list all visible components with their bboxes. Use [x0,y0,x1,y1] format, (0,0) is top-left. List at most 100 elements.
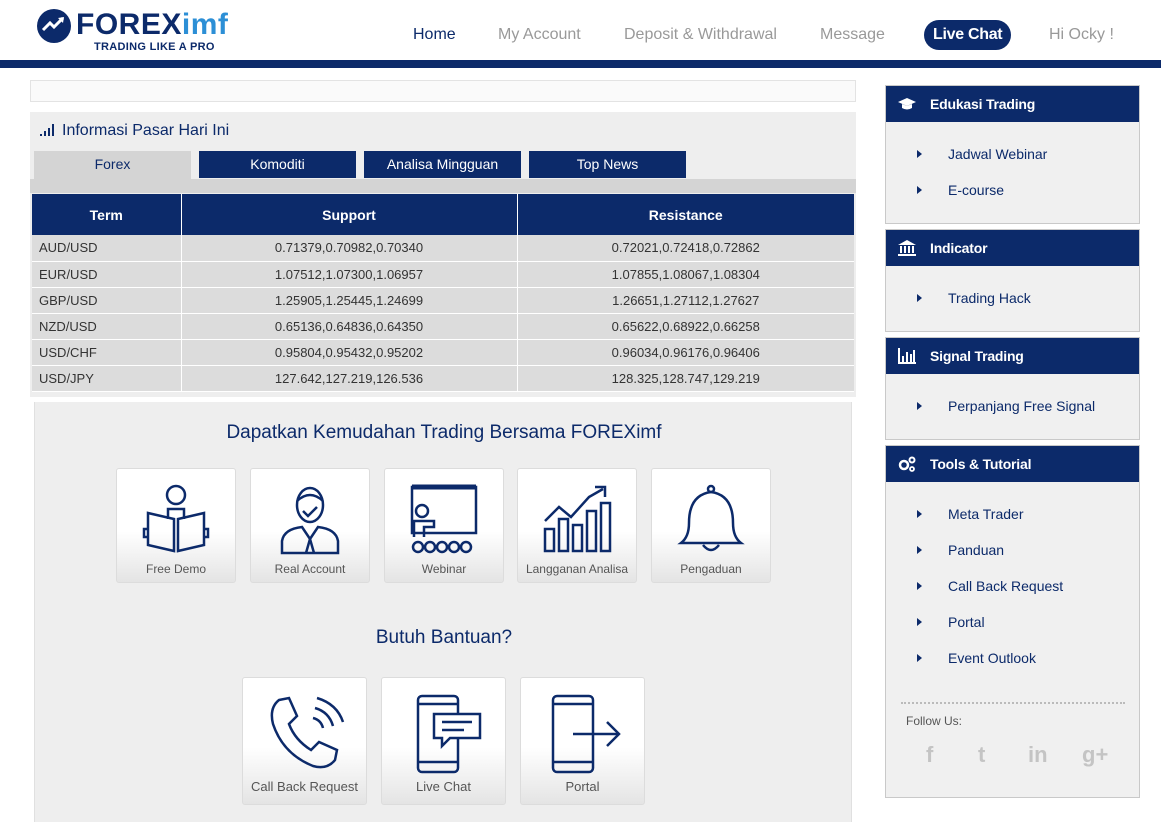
caret-right-icon [917,294,922,302]
table-header-row: Term Support Resistance [32,194,854,235]
sidebar-divider [901,702,1125,704]
cell-resistance: 0.65622,0.68922,0.66258 [517,313,854,340]
facebook-icon[interactable]: f [926,742,933,768]
caret-right-icon [917,402,922,410]
caret-right-icon [917,150,922,158]
sidebar-item-e-course[interactable]: E-course [886,172,1139,208]
brand-logo[interactable]: FOREXimf TRADING LIKE A PRO [36,8,236,56]
caret-right-icon [917,582,922,590]
cell-support: 1.25905,1.25445,1.24699 [181,287,518,314]
col-term: Term [32,194,182,235]
caret-right-icon [917,546,922,554]
google-plus-icon[interactable]: g+ [1082,742,1108,768]
card-label: Call Back Request [251,779,358,794]
cell-term: NZD/USD [32,313,182,340]
card-label: Webinar [421,562,467,576]
market-info-panel: Informasi Pasar Hari Ini Forex Komoditi … [30,112,856,397]
card-label: Langganan Analisa [525,562,629,576]
cell-term: USD/JPY [32,365,182,392]
nav-user-greeting[interactable]: Hi Ocky ! [1049,20,1114,50]
real-account-button[interactable]: Real Account [250,468,370,583]
live-chat-button[interactable]: Live Chat [381,677,506,805]
nav-home[interactable]: Home [413,20,456,50]
cell-support: 1.07512,1.07300,1.06957 [181,261,518,288]
sidebar-edukasi-box: Edukasi Trading Jadwal Webinar E-course [885,85,1140,224]
tab-forex[interactable]: Forex [34,151,191,179]
caret-right-icon [917,654,922,662]
sidebar-tools-header: Tools & Tutorial [886,446,1139,482]
sidebar-item-jadwal-webinar[interactable]: Jadwal Webinar [886,136,1139,172]
tab-underline-bar [30,179,856,193]
table-row: EUR/USD 1.07512,1.07300,1.06957 1.07855,… [32,261,854,288]
cell-term: USD/CHF [32,339,182,366]
gears-icon [898,456,916,472]
sidebar-item-trading-hack[interactable]: Trading Hack [886,280,1139,316]
logo-mark-icon [37,9,71,43]
features-panel: Dapatkan Kemudahan Trading Bersama FOREX… [34,402,852,822]
cell-term: AUD/USD [32,235,182,262]
webinar-button[interactable]: Webinar [384,468,504,583]
tab-analisa-mingguan[interactable]: Analisa Mingguan [364,151,521,178]
nav-message[interactable]: Message [820,20,885,50]
brand-name: FOREXimf [76,8,229,41]
table-row: AUD/USD 0.71379,0.70982,0.70340 0.72021,… [32,235,854,262]
cell-support: 0.95804,0.95432,0.95202 [181,339,518,366]
market-title: Informasi Pasar Hari Ini [40,122,229,140]
pengaduan-button[interactable]: Pengaduan [651,468,771,583]
table-row: USD/CHF 0.95804,0.95432,0.95202 0.96034,… [32,339,854,366]
card-label: Free Demo [145,562,207,576]
nav-deposit-withdrawal[interactable]: Deposit & Withdrawal [624,20,777,50]
sidebar-item-portal[interactable]: Portal [886,604,1139,640]
col-resistance: Resistance [517,194,854,235]
sidebar-item-event-outlook[interactable]: Event Outlook [886,640,1139,676]
help-title: Butuh Bantuan? [375,627,513,648]
col-support: Support [181,194,518,235]
sidebar-tools-box: Tools & Tutorial Meta Trader Panduan Cal… [885,445,1140,798]
bell-icon [677,484,745,552]
table-row: USD/JPY 127.642,127.219,126.536 128.325,… [32,365,854,392]
sidebar-item-meta-trader[interactable]: Meta Trader [886,496,1139,532]
caret-right-icon [917,186,922,194]
caret-right-icon [917,510,922,518]
businessman-icon [280,486,340,555]
twitter-icon[interactable]: t [978,742,985,768]
card-label: Portal [565,779,600,794]
tab-komoditi[interactable]: Komoditi [199,151,356,178]
cell-term: EUR/USD [32,261,182,288]
cell-support: 0.71379,0.70982,0.70340 [181,235,518,262]
sidebar-item-panduan[interactable]: Panduan [886,532,1139,568]
sidebar-signal-box: Signal Trading Perpanjang Free Signal [885,337,1140,440]
portal-button[interactable]: Portal [520,677,645,805]
sidebar-indicator-header: Indicator [886,230,1139,266]
phone-call-icon [270,696,344,769]
cell-resistance: 1.26651,1.27112,1.27627 [517,287,854,314]
sidebar-item-call-back-request[interactable]: Call Back Request [886,568,1139,604]
cell-resistance: 128.325,128.747,129.219 [517,365,854,392]
features-title: Dapatkan Kemudahan Trading Bersama FOREX… [226,422,662,443]
nav-live-chat-button[interactable]: Live Chat [924,20,1012,50]
cell-resistance: 0.72021,0.72418,0.72862 [517,235,854,262]
growth-chart-icon [543,485,612,553]
sidebar-item-perpanjang-free-signal[interactable]: Perpanjang Free Signal [886,388,1139,424]
table-row: GBP/USD 1.25905,1.25445,1.24699 1.26651,… [32,287,854,314]
card-label: Real Account [274,562,346,576]
card-label: Live Chat [416,779,471,794]
reader-book-icon [142,484,210,553]
cell-resistance: 1.07855,1.08067,1.08304 [517,261,854,288]
rates-table: Term Support Resistance AUD/USD 0.71379,… [32,194,854,392]
follow-us-label: Follow Us: [906,714,963,728]
call-back-request-button[interactable]: Call Back Request [242,677,367,805]
cell-support: 0.65136,0.64836,0.64350 [181,313,518,340]
linkedin-icon[interactable]: in [1028,742,1048,768]
card-label: Pengaduan [680,562,742,576]
free-demo-button[interactable]: Free Demo [116,468,236,583]
bank-icon [898,240,916,256]
langganan-analisa-button[interactable]: Langganan Analisa [517,468,637,583]
top-strip [30,80,856,102]
cell-term: GBP/USD [32,287,182,314]
nav-my-account[interactable]: My Account [498,20,581,50]
header-divider [0,60,1161,68]
presentation-board-icon [410,484,478,554]
tab-top-news[interactable]: Top News [529,151,686,178]
site-header: FOREXimf TRADING LIKE A PRO Home My Acco… [0,0,1161,62]
